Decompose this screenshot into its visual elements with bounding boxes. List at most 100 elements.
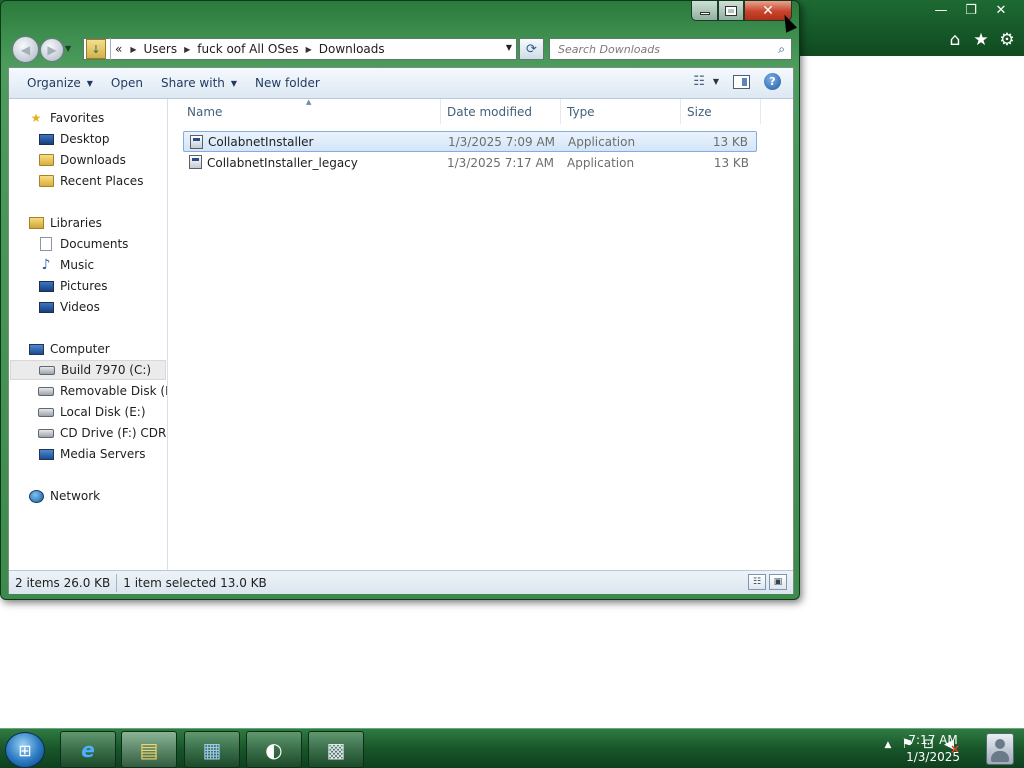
status-item-count: 2 items 26.0 KB: [15, 575, 111, 590]
share-with-label: Share with: [160, 76, 225, 90]
nav-videos[interactable]: Videos: [38, 297, 100, 317]
background-minimize-button[interactable]: —: [926, 0, 956, 20]
nav-downloads[interactable]: Downloads: [38, 150, 126, 170]
chevron-down-icon: ▼: [86, 78, 93, 88]
explorer-window: ✕ ◀ ▶ ▼ ↓ « ▶ Users ▶ fuck oof All OSes …: [0, 0, 800, 600]
application-icon: [190, 135, 203, 149]
details-view-button[interactable]: ☷: [748, 574, 766, 590]
nav-network[interactable]: Network: [28, 486, 100, 506]
nav-drive-d[interactable]: Removable Disk (D:): [38, 381, 167, 401]
globe-shape: [28, 489, 44, 503]
open-button[interactable]: Open: [102, 68, 152, 99]
show-hidden-icons-icon[interactable]: ▲: [885, 740, 892, 750]
nav-drive-f-label: CD Drive (F:) CDROM: [60, 426, 167, 440]
breadcrumb-user-folder[interactable]: fuck oof All OSes: [197, 42, 298, 56]
music-icon: ♪: [41, 257, 51, 273]
start-button[interactable]: ⊞: [5, 732, 45, 768]
minimize-button[interactable]: [691, 1, 718, 21]
nav-computer[interactable]: Computer: [28, 339, 110, 359]
nav-recent-places-label: Recent Places: [60, 174, 144, 188]
open-label: Open: [110, 76, 143, 90]
document-shape: [40, 237, 52, 251]
table-row[interactable]: CollabnetInstaller 1/3/2025 7:09 AM Appl…: [183, 131, 757, 152]
back-button[interactable]: ◀: [12, 36, 39, 63]
background-restore-button[interactable]: ❐: [956, 0, 986, 20]
share-with-button[interactable]: Share with ▼: [152, 68, 246, 99]
background-close-button[interactable]: ✕: [986, 0, 1016, 20]
user-tile-button[interactable]: [976, 729, 1024, 768]
nav-network-label: Network: [50, 489, 101, 503]
nav-media-servers[interactable]: Media Servers: [38, 444, 145, 464]
user-avatar-icon: [986, 733, 1014, 765]
file-list: Name ▲ Date modified Type Size CollabnetI…: [169, 98, 793, 570]
file-date: 1/3/2025 7:09 AM: [448, 134, 556, 149]
file-date: 1/3/2025 7:17 AM: [447, 155, 555, 170]
refresh-button[interactable]: ⟳: [519, 38, 544, 60]
column-header-type[interactable]: Type: [561, 99, 681, 124]
nav-drive-e[interactable]: Local Disk (E:): [38, 402, 146, 422]
new-folder-label: New folder: [255, 76, 320, 90]
desktop-icon: [38, 131, 54, 147]
sort-ascending-icon: ▲: [306, 98, 312, 106]
home-icon[interactable]: ⌂: [946, 30, 964, 50]
file-name: CollabnetInstaller_legacy: [207, 155, 358, 170]
organize-button[interactable]: Organize ▼: [18, 68, 102, 99]
taskbar-clock[interactable]: 7:17 AM 1/3/2025: [906, 732, 960, 766]
maximize-button[interactable]: [718, 1, 744, 21]
nav-music[interactable]: ♪ Music: [38, 255, 95, 275]
search-icon[interactable]: ⌕: [778, 42, 785, 57]
column-header-name[interactable]: Name ▲: [169, 98, 441, 124]
breadcrumb: « ▶ Users ▶ fuck oof All OSes ▶ Download…: [115, 42, 385, 56]
forward-button[interactable]: ▶: [40, 38, 64, 62]
videos-icon: [38, 299, 54, 315]
column-header-size[interactable]: Size: [681, 99, 761, 124]
breadcrumb-arrow-icon[interactable]: ▶: [184, 45, 190, 54]
address-bar[interactable]: ↓ « ▶ Users ▶ fuck oof All OSes ▶ Downlo…: [83, 38, 517, 60]
status-bar: 2 items 26.0 KB 1 item selected 13.0 KB …: [9, 570, 793, 594]
column-name-label: Name: [187, 104, 223, 119]
nav-drive-c[interactable]: Build 7970 (C:): [10, 360, 166, 380]
explorer-client-area: Organize ▼ Open Share with ▼ New folder ☷ ▼…: [8, 67, 794, 594]
search-input[interactable]: [558, 42, 758, 56]
breadcrumb-downloads[interactable]: Downloads: [319, 42, 385, 56]
gear-icon[interactable]: ⚙: [998, 30, 1016, 50]
taskbar-installer[interactable]: ▩: [308, 731, 364, 768]
clock-date: 1/3/2025: [906, 750, 960, 764]
favorites-star-icon[interactable]: ★: [972, 30, 990, 50]
taskbar-app-green[interactable]: ◐: [246, 731, 302, 768]
drive-shape: [38, 428, 54, 438]
nav-desktop[interactable]: Desktop: [38, 129, 110, 149]
taskbar-internet-explorer[interactable]: e: [60, 731, 116, 768]
nav-pictures[interactable]: Pictures: [38, 276, 108, 296]
folder-shape: [38, 175, 54, 187]
large-icons-view-button[interactable]: ▣: [769, 574, 787, 590]
computer-shape: [28, 343, 44, 355]
nav-recent-places[interactable]: Recent Places: [38, 171, 143, 191]
server-shape: [38, 448, 54, 460]
breadcrumb-overflow[interactable]: «: [115, 42, 122, 56]
new-folder-button[interactable]: New folder: [246, 68, 329, 99]
nav-favorites[interactable]: ★ Favorites: [28, 108, 105, 128]
folder-icon: ▤: [139, 737, 159, 762]
nav-drive-f[interactable]: CD Drive (F:) CDROM: [38, 423, 167, 443]
status-view-buttons: ☷ ▣: [748, 574, 787, 590]
table-row[interactable]: CollabnetInstaller_legacy 1/3/2025 7:17 …: [183, 152, 757, 173]
recent-pages-dropdown-icon[interactable]: ▼: [65, 44, 71, 53]
column-date-label: Date modified: [447, 104, 533, 119]
file-type: Application: [568, 134, 636, 149]
search-box[interactable]: ⌕: [549, 38, 792, 60]
windows-logo-icon: ⊞: [18, 740, 32, 760]
nav-documents[interactable]: Documents: [38, 234, 128, 254]
media-server-icon: [38, 446, 54, 462]
nav-libraries[interactable]: Libraries: [28, 213, 102, 233]
breadcrumb-users[interactable]: Users: [144, 42, 178, 56]
address-dropdown-icon[interactable]: ▼: [506, 43, 512, 52]
preview-pane-icon[interactable]: [733, 74, 750, 89]
desktop-icon-shape: [38, 133, 54, 145]
taskbar-control-panel[interactable]: ▦: [184, 731, 240, 768]
taskbar-windows-explorer[interactable]: ▤: [121, 731, 177, 768]
help-icon[interactable]: ?: [764, 73, 781, 90]
change-view-button[interactable]: ☷ ▼: [693, 74, 719, 89]
column-header-date[interactable]: Date modified: [441, 99, 561, 124]
breadcrumb-arrow-icon[interactable]: ▶: [306, 45, 312, 54]
